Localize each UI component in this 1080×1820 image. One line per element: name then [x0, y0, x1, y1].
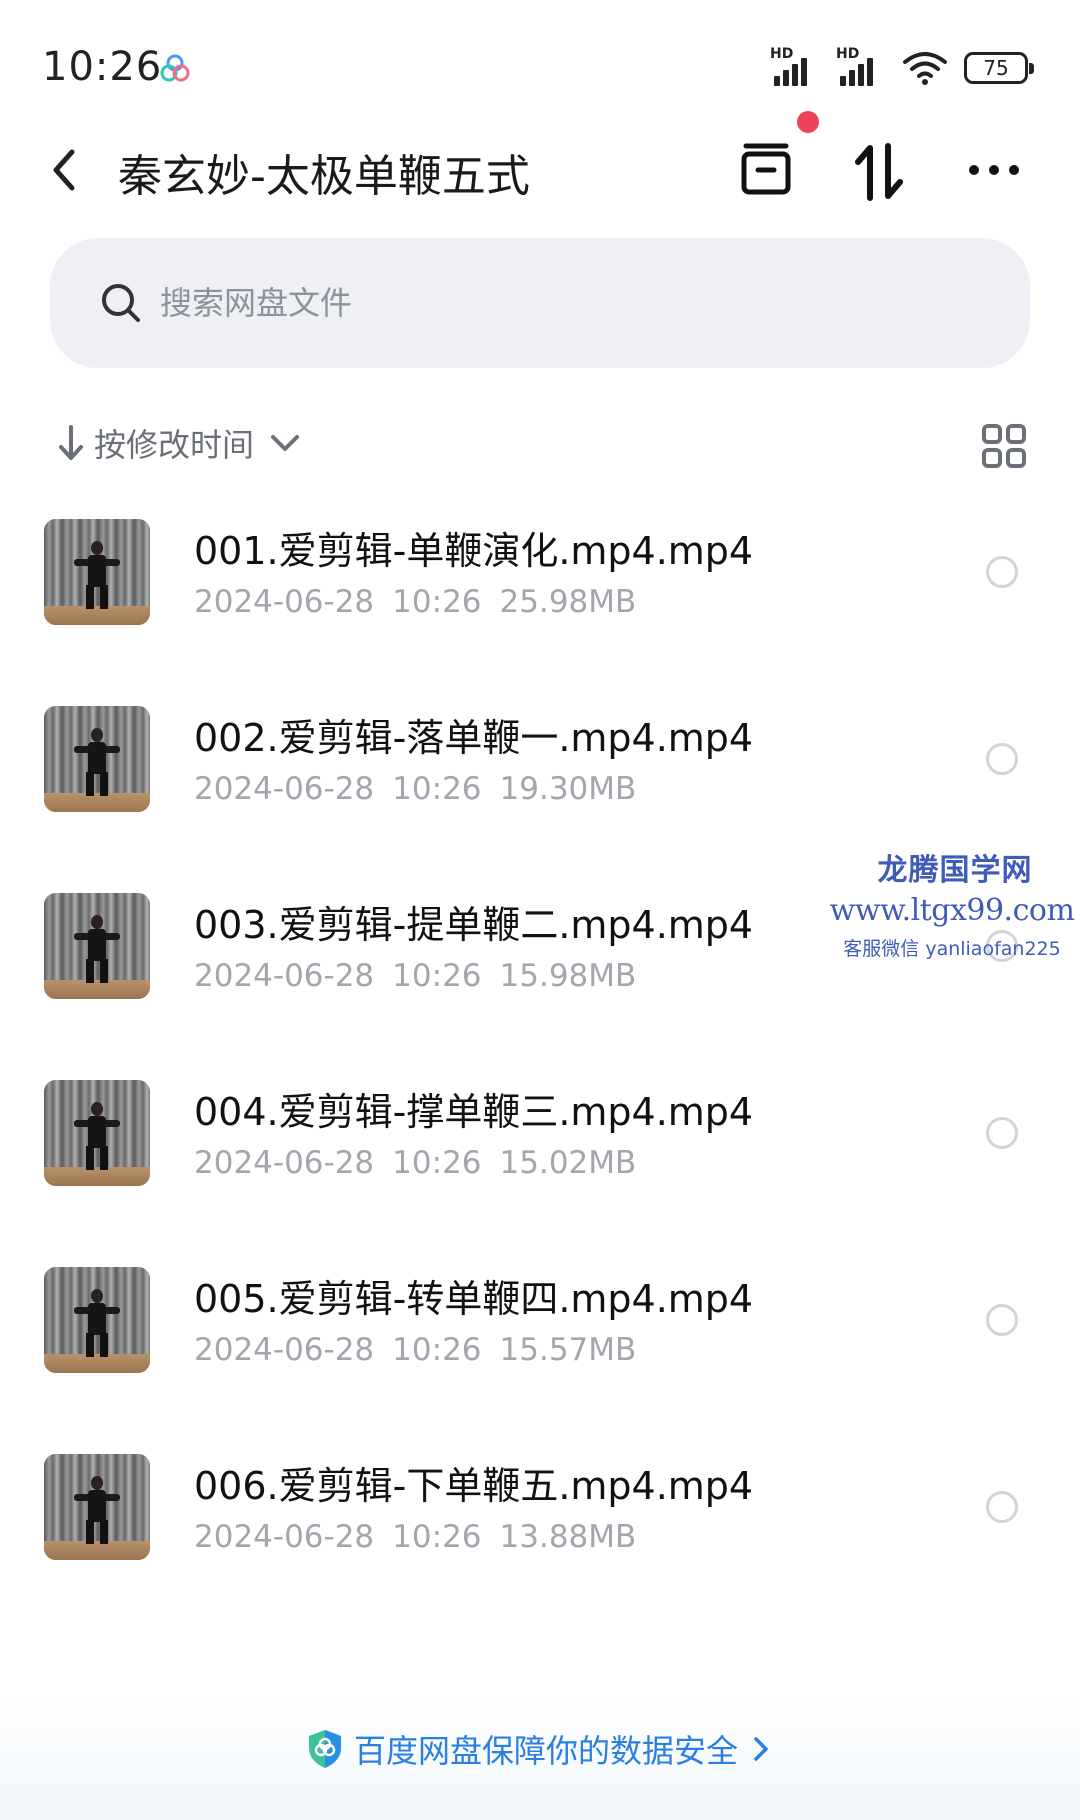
video-thumbnail [44, 1267, 150, 1373]
cellular-signal-icon: HD [836, 46, 886, 88]
file-list-item[interactable]: 002.爱剪辑-落单鞭一.mp4.mp4 2024-06-28 10:26 19.3… [0, 687, 1080, 874]
status-time: 10:26 [42, 44, 163, 90]
search-input[interactable] [160, 276, 980, 330]
file-date: 2024-06-28 [194, 584, 375, 620]
file-time: 10:26 [392, 584, 482, 620]
video-thumbnail [44, 706, 150, 812]
file-list-item[interactable]: 003.爱剪辑-提单鞭二.mp4.mp4 2024-06-28 10:26 15.9… [0, 874, 1080, 1061]
chevron-down-icon [271, 435, 300, 451]
select-radio[interactable] [986, 1117, 1018, 1149]
file-name: 006.爱剪辑-下单鞭五.mp4.mp4 [194, 1464, 754, 1508]
back-icon[interactable] [40, 144, 92, 196]
inbox-icon[interactable] [734, 140, 798, 204]
baidu-netdisk-app-icon [160, 54, 190, 82]
file-size: 25.98MB [499, 584, 637, 620]
file-list-item[interactable]: 006.爱剪辑-下单鞭五.mp4.mp4 2024-06-28 10:26 13.8… [0, 1435, 1080, 1622]
video-thumbnail [44, 1454, 150, 1560]
file-name: 001.爱剪辑-单鞭演化.mp4.mp4 [194, 529, 754, 573]
file-meta: 2024-06-28 10:26 15.02MB [194, 1145, 654, 1181]
file-list-item[interactable]: 005.爱剪辑-转单鞭四.mp4.mp4 2024-06-28 10:26 15.5… [0, 1248, 1080, 1435]
file-list-item[interactable]: 004.爱剪辑-撑单鞭三.mp4.mp4 2024-06-28 10:26 15.0… [0, 1061, 1080, 1248]
select-radio[interactable] [986, 556, 1018, 588]
grid-view-icon[interactable] [980, 422, 1028, 470]
video-thumbnail [44, 1080, 150, 1186]
file-meta: 2024-06-28 10:26 25.98MB [194, 584, 654, 620]
search-bar[interactable] [50, 238, 1030, 368]
select-radio[interactable] [986, 930, 1018, 962]
arrow-down-icon [59, 425, 83, 460]
security-text: 百度网盘保障你的数据安全 [353, 1732, 738, 1770]
file-list: 001.爱剪辑-单鞭演化.mp4.mp4 2024-06-28 10:26 25.9… [0, 500, 1080, 1622]
sort-by-modified-button[interactable]: 按修改时间 [56, 420, 302, 466]
sort-toolbar: 按修改时间 [0, 412, 1080, 476]
select-radio[interactable] [986, 1304, 1018, 1336]
file-name: 002.爱剪辑-落单鞭一.mp4.mp4 [194, 716, 754, 760]
wifi-icon [903, 52, 947, 85]
file-meta: 2024-06-28 10:26 13.88MB [194, 1519, 654, 1555]
file-name: 004.爱剪辑-撑单鞭三.mp4.mp4 [194, 1090, 754, 1134]
file-meta: 2024-06-28 10:26 15.57MB [194, 1332, 654, 1368]
notification-dot [797, 111, 819, 133]
file-date: 2024-06-28 [194, 1145, 375, 1181]
cellular-signal-icon: HD [770, 46, 820, 88]
file-name: 003.爱剪辑-提单鞭二.mp4.mp4 [194, 903, 754, 947]
more-icon[interactable] [964, 140, 1028, 204]
select-radio[interactable] [986, 1491, 1018, 1523]
battery-level: 75 [983, 56, 1009, 80]
file-time: 10:26 [392, 1332, 482, 1368]
file-name: 005.爱剪辑-转单鞭四.mp4.mp4 [194, 1277, 754, 1321]
file-date: 2024-06-28 [194, 958, 375, 994]
file-date: 2024-06-28 [194, 771, 375, 807]
sort-label: 按修改时间 [94, 426, 255, 464]
video-thumbnail [44, 893, 150, 999]
select-radio[interactable] [986, 743, 1018, 775]
file-date: 2024-06-28 [194, 1332, 375, 1368]
file-time: 10:26 [392, 1145, 482, 1181]
status-indicators: HD HD 75 [770, 46, 1034, 90]
file-size: 15.57MB [499, 1332, 637, 1368]
file-meta: 2024-06-28 10:26 15.98MB [194, 958, 654, 994]
file-time: 10:26 [392, 771, 482, 807]
file-date: 2024-06-28 [194, 1519, 375, 1555]
search-icon [102, 284, 140, 322]
shield-icon [308, 1730, 341, 1768]
file-size: 15.98MB [499, 958, 637, 994]
video-thumbnail [44, 519, 150, 625]
chevron-right-icon [754, 1737, 768, 1761]
battery-icon: 75 [964, 52, 1034, 84]
file-list-item[interactable]: 001.爱剪辑-单鞭演化.mp4.mp4 2024-06-28 10:26 25.9… [0, 500, 1080, 687]
file-size: 13.88MB [499, 1519, 637, 1555]
top-app-bar: 秦玄妙-太极单鞭五式 [0, 120, 1080, 220]
file-meta: 2024-06-28 10:26 19.30MB [194, 771, 654, 807]
data-security-link[interactable]: 百度网盘保障你的数据安全 [0, 1726, 1080, 1772]
page-title: 秦玄妙-太极单鞭五式 [118, 151, 530, 202]
file-time: 10:26 [392, 958, 482, 994]
file-time: 10:26 [392, 1519, 482, 1555]
file-size: 15.02MB [499, 1145, 637, 1181]
sort-icon[interactable] [848, 140, 912, 204]
footer: 百度网盘保障你的数据安全 [0, 1690, 1080, 1820]
file-size: 19.30MB [499, 771, 637, 807]
status-bar: 10:26 HD HD 75 [0, 0, 1080, 120]
